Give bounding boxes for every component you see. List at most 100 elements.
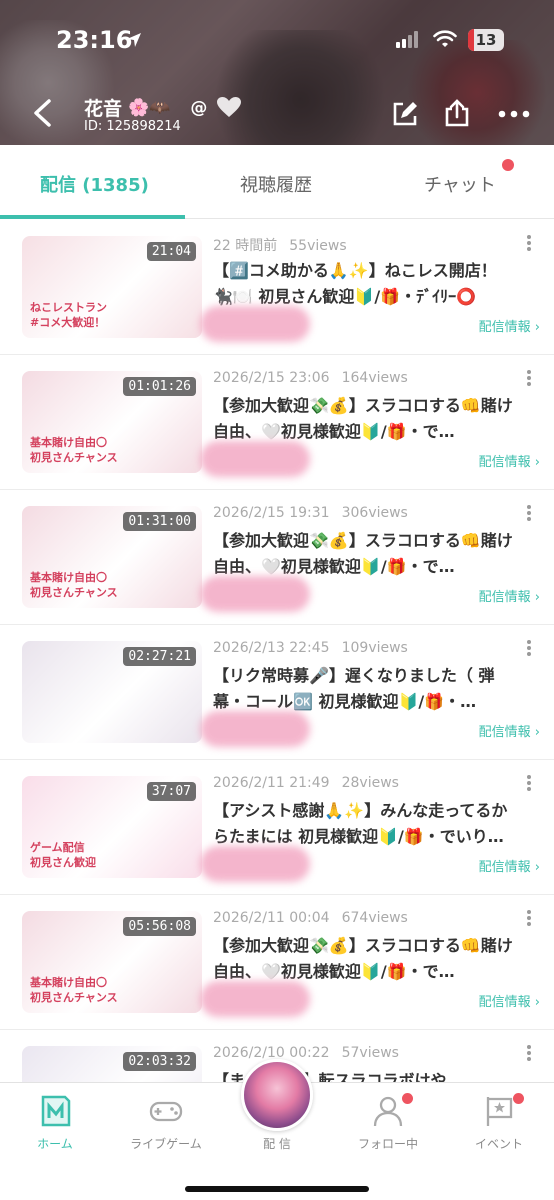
stream-date: 2026/2/15 23:06 [213,370,330,386]
nav-following[interactable]: フォロー中 [333,1083,443,1153]
stream-thumbnail[interactable]: 基本賭け自由〇 初見さんチャンス 01:31:00 [22,506,202,608]
nav-broadcast[interactable]: 配 信 [222,1059,332,1153]
at-mark: @ [190,97,208,118]
profile-name: 花音 [84,98,123,120]
active-tab-indicator [0,215,185,219]
stream-views: 306views [341,505,408,521]
status-bar: 23:16 13 [0,22,554,62]
tab-watch-history[interactable]: 視聴履歴 [240,171,312,197]
following-badge [402,1093,413,1104]
stream-meta: 2026/2/11 00:04 674views [213,910,408,926]
item-menu-icon[interactable] [526,909,532,927]
stream-duration: 21:04 [146,242,196,261]
item-menu-icon[interactable] [526,1044,532,1062]
stream-duration: 37:07 [146,782,196,801]
thumbnail-caption: 基本賭け自由〇 初見さんチャンス [30,976,118,1004]
profile-header: 23:16 13 花音 🌸🦇 @ ID: 125898214 [0,0,554,145]
profile-name-row: 花音 🌸🦇 @ [84,94,207,121]
thumbnail-caption: ねこレストラン #コメ大歓迎！ [30,301,107,329]
edit-icon[interactable] [392,101,418,127]
stream-meta: 2026/2/15 19:31 306views [213,505,408,521]
stream-duration: 02:27:21 [123,647,196,666]
cellular-signal-icon [396,30,420,48]
item-menu-icon[interactable] [526,234,532,252]
stream-title: 【参加大歓迎💸💰】スラコロする👊賭け自由、🤍初見様歓迎🔰/🎁・で… [213,396,513,441]
events-badge [513,1093,524,1104]
stream-title: 【参加大歓迎💸💰】スラコロする👊賭け自由、🤍初見様歓迎🔰/🎁・で… [213,936,513,981]
home-icon [41,1095,71,1127]
thumbnail-caption: 基本賭け自由〇 初見さんチャンス [30,436,118,464]
stream-thumbnail[interactable]: 基本賭け自由〇 初見さんチャンス 05:56:08 [22,911,202,1013]
stream-views: 28views [341,775,399,791]
item-menu-icon[interactable] [526,774,532,792]
person-follow-icon [373,1096,403,1127]
nav-events[interactable]: イベント [444,1083,554,1153]
profile-tabs: 配信 (1385) 視聴履歴 チャット [0,145,554,219]
back-chevron-icon[interactable] [30,98,54,128]
broadcast-avatar[interactable] [241,1059,313,1131]
stream-list-item[interactable]: ゲーム配信 初見さん歓迎 37:07 2026/2/11 21:49 28view… [0,760,554,895]
nav-broadcast-label: 配 信 [263,1137,291,1151]
stream-thumbnail[interactable]: 02:03:32 [22,1046,202,1082]
redacted-area [200,711,310,747]
thumbnail-caption: ゲーム配信 初見さん歓迎 [30,841,96,869]
stream-date: 2026/2/15 19:31 [213,505,330,521]
event-flag-icon [486,1097,513,1126]
user-id: ID: 125898214 [84,119,181,134]
wifi-icon [433,30,457,47]
stream-info-link[interactable]: 配信情報 › [479,586,540,605]
stream-duration: 01:31:00 [123,512,196,531]
location-arrow-icon [127,33,141,47]
stream-date: 2026/2/11 21:49 [213,775,330,791]
stream-views: 55views [289,238,347,254]
stream-info-link[interactable]: 配信情報 › [479,856,540,875]
stream-meta: 2026/2/10 00:22 57views [213,1045,399,1061]
stream-date: 2026/2/13 22:45 [213,640,330,656]
stream-thumbnail[interactable]: ゲーム配信 初見さん歓迎 37:07 [22,776,202,878]
stream-title: 【アシスト感謝🙏✨】みんな走ってるからたまには 初見様歓迎🔰/🎁・でいり… [213,801,508,846]
heart-icon[interactable] [216,96,242,118]
stream-date: 22 時間前 [213,238,278,254]
stream-thumbnail[interactable]: 02:27:21 [22,641,202,743]
stream-date: 2026/2/11 00:04 [213,910,330,926]
stream-info-link[interactable]: 配信情報 › [479,451,540,470]
nav-events-label: イベント [474,1137,523,1151]
nav-following-label: フォロー中 [357,1137,418,1151]
stream-duration: 02:03:32 [123,1052,196,1071]
stream-info-link[interactable]: 配信情報 › [479,991,540,1010]
stream-list-item[interactable]: 02:27:21 2026/2/13 22:45 109views 【リク常時募🎤… [0,625,554,760]
stream-list-item[interactable]: 基本賭け自由〇 初見さんチャンス 05:56:08 2026/2/11 00:0… [0,895,554,1030]
stream-title: 【リク常時募🎤】遅くなりました（ 弾幕・コール🆗 初見様歓迎🔰/🎁・… [213,666,495,711]
stream-duration: 01:01:26 [123,377,196,396]
nav-home-label: ホーム [37,1137,73,1151]
stream-thumbnail[interactable]: 基本賭け自由〇 初見さんチャンス 01:01:26 [22,371,202,473]
redacted-area [200,441,310,477]
tab-streams[interactable]: 配信 (1385) [40,171,149,197]
stream-list-item[interactable]: 基本賭け自由〇 初見さんチャンス 01:31:00 2026/2/15 19:3… [0,490,554,625]
item-menu-icon[interactable] [526,639,532,657]
stream-info-link[interactable]: 配信情報 › [479,316,540,335]
tab-chat[interactable]: チャット [424,171,496,197]
item-menu-icon[interactable] [526,504,532,522]
stream-views: 109views [341,640,408,656]
bottom-navigation: ホーム ライブゲーム 配 信 フォロー中 イベント [0,1059,554,1200]
redacted-area [200,306,310,342]
stream-views: 57views [341,1045,399,1061]
item-menu-icon[interactable] [526,369,532,387]
stream-views: 164views [341,370,408,386]
nav-home[interactable]: ホーム [0,1083,110,1153]
battery-level: 13 [475,31,497,49]
stream-meta: 2026/2/11 21:49 28views [213,775,399,791]
stream-list-item[interactable]: 基本賭け自由〇 初見さんチャンス 01:01:26 2026/2/15 23:0… [0,355,554,490]
stream-views: 674views [341,910,408,926]
stream-thumbnail[interactable]: ねこレストラン #コメ大歓迎！ 21:04 [22,236,202,338]
battery-indicator: 13 [468,29,504,51]
stream-list: ねこレストラン #コメ大歓迎！ 21:04 22 時間前 55views 【#️⃣… [0,220,554,1082]
nav-live-game[interactable]: ライブゲーム [111,1083,221,1153]
more-options-icon[interactable] [498,110,530,118]
redacted-area [200,846,310,882]
stream-info-link[interactable]: 配信情報 › [479,721,540,740]
stream-list-item[interactable]: ねこレストラン #コメ大歓迎！ 21:04 22 時間前 55views 【#️⃣… [0,220,554,355]
stream-meta: 2026/2/15 23:06 164views [213,370,408,386]
share-icon[interactable] [444,99,470,127]
